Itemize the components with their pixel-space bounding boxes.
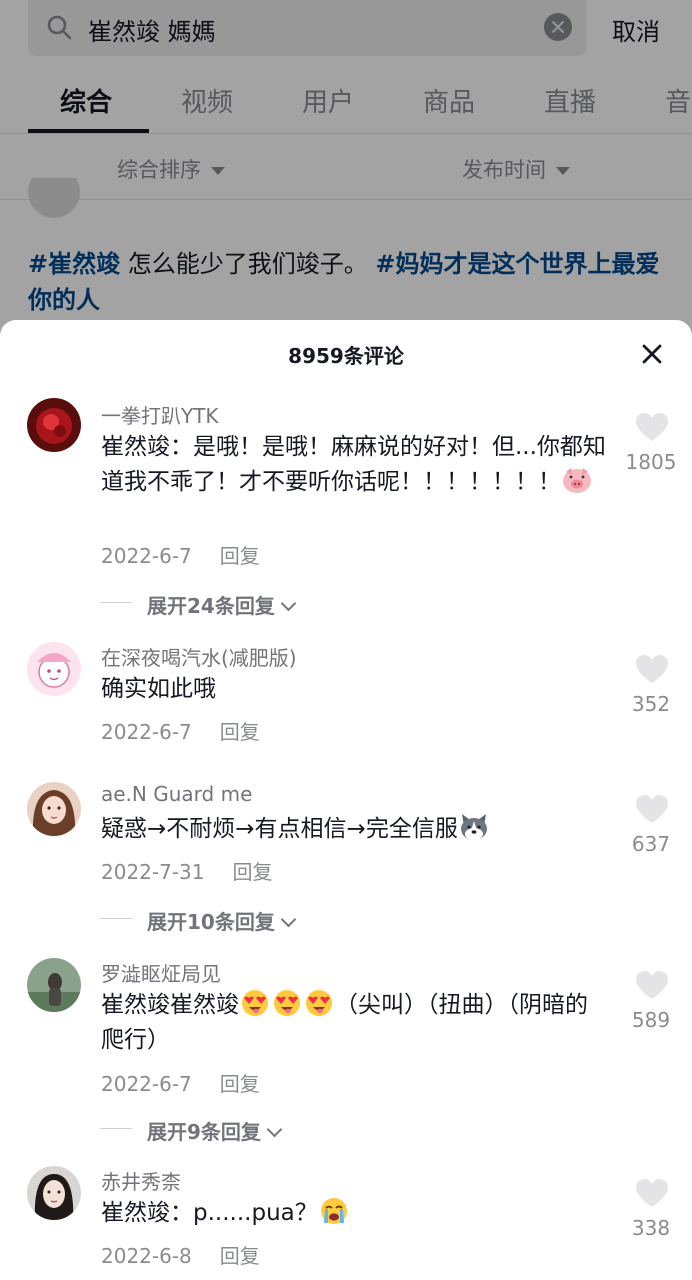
comment-username[interactable]: 罗澁眍炡局见 <box>101 958 221 987</box>
like-count: 1805 <box>625 450 677 474</box>
comment-meta: 2022-7-31 回复 <box>101 856 273 885</box>
like-button[interactable]: 352 <box>612 654 692 716</box>
comment-text: 崔然竣：是哦！是哦！麻麻说的好对！但...你都知道我不乖了！才不要听你话呢！！！… <box>101 434 606 495</box>
heart-eyes-face-icon <box>306 990 332 1016</box>
heart-icon <box>636 1179 668 1207</box>
comment-username[interactable]: 一拳打趴YTK <box>101 400 219 429</box>
comment-username[interactable]: 在深夜喝汽水(减肥版) <box>101 642 297 671</box>
like-count: 637 <box>631 832 671 856</box>
chevron-down-icon <box>280 595 297 612</box>
chevron-down-icon <box>280 911 297 928</box>
heart-icon <box>636 655 668 683</box>
comment-date: 2022-6-7 <box>101 720 192 744</box>
comment-text: 崔然竣：p......pua？ <box>101 1196 606 1231</box>
pig-face-icon <box>563 468 591 493</box>
comments-count-title: 8959条评论 <box>288 344 404 368</box>
divider <box>100 1128 132 1129</box>
comment-date: 2022-6-7 <box>101 1072 192 1096</box>
avatar[interactable] <box>27 398 81 452</box>
comments-header: 8959条评论 <box>0 320 692 386</box>
heart-eyes-face-icon <box>242 990 268 1016</box>
comment-date: 2022-7-31 <box>101 860 205 884</box>
avatar[interactable] <box>27 642 81 696</box>
heart-icon <box>636 795 668 823</box>
comment-meta: 2022-6-7 回复 <box>101 716 260 745</box>
crying-face-icon <box>320 1198 347 1224</box>
expand-replies-button[interactable]: 展开10条回复 <box>100 906 297 935</box>
avatar[interactable] <box>27 958 81 1012</box>
reply-button[interactable]: 回复 <box>220 1072 260 1096</box>
chevron-down-icon <box>266 1121 283 1138</box>
like-count: 589 <box>631 1008 671 1032</box>
like-button[interactable]: 589 <box>612 970 692 1032</box>
like-button[interactable]: 338 <box>612 1178 692 1240</box>
comments-sheet: 8959条评论 一拳打趴YTK 崔然竣：是哦！是哦！麻麻说的好对！但...你都知… <box>0 320 692 1280</box>
expand-replies-button[interactable]: 展开24条回复 <box>100 590 297 619</box>
avatar[interactable] <box>27 782 81 836</box>
comment-text: 崔然竣崔然竣 （尖叫）（扭曲）（阴暗的爬行） <box>101 988 606 1058</box>
comment-text: 确实如此哦 <box>101 676 216 702</box>
reply-button[interactable]: 回复 <box>220 720 260 744</box>
reply-button[interactable]: 回复 <box>220 544 260 568</box>
like-count: 338 <box>631 1216 671 1240</box>
avatar[interactable] <box>27 1166 81 1220</box>
expand-replies-button[interactable]: 展开9条回复 <box>100 1116 283 1145</box>
comment-meta: 2022-6-8 回复 <box>101 1240 260 1269</box>
heart-icon <box>636 971 668 999</box>
reply-button[interactable]: 回复 <box>233 860 273 884</box>
comment-meta: 2022-6-7 回复 <box>101 1068 260 1097</box>
like-button[interactable]: 1805 <box>612 412 692 474</box>
like-button[interactable]: 637 <box>612 794 692 856</box>
comment-meta: 2022-6-7 回复 <box>101 540 260 569</box>
close-icon[interactable] <box>640 342 664 366</box>
heart-eyes-face-icon <box>274 990 300 1016</box>
heart-icon <box>636 413 668 441</box>
comment-text: 疑惑→不耐烦→有点相信→完全信服 <box>101 812 606 847</box>
divider <box>100 602 132 603</box>
comment-username[interactable]: ae.N Guard me <box>101 782 252 806</box>
comment-date: 2022-6-8 <box>101 1244 192 1268</box>
like-count: 352 <box>631 692 671 716</box>
reply-button[interactable]: 回复 <box>220 1244 260 1268</box>
divider <box>100 918 132 919</box>
comment-username[interactable]: 赤井秀柰 <box>101 1166 181 1195</box>
husky-face-icon <box>460 814 487 840</box>
comment-date: 2022-6-7 <box>101 544 192 568</box>
